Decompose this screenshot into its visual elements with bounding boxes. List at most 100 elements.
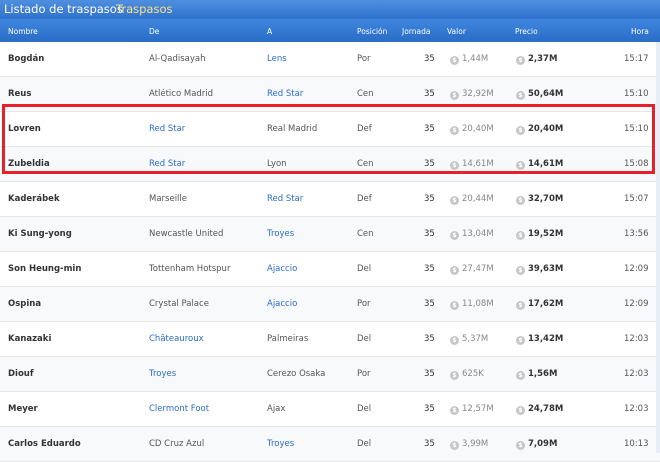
time: 12:03 bbox=[624, 369, 649, 379]
coin-icon: $ bbox=[516, 371, 525, 380]
time: 13:56 bbox=[624, 229, 649, 239]
table-header: Nombre De A Posición Jornada Valor Preci… bbox=[0, 19, 660, 42]
coin-icon: $ bbox=[450, 371, 459, 380]
jornada: 35 bbox=[424, 264, 435, 274]
table-row[interactable]: Bogdán Al-Qadisayah Lens Por 35 $1,44M $2,37M 1… bbox=[0, 42, 660, 77]
from-team: Marseille bbox=[149, 194, 188, 204]
price-text: 1,56M bbox=[528, 369, 558, 379]
value-text: 1,44M bbox=[462, 54, 489, 64]
highlight-box bbox=[2, 104, 655, 174]
tab-traspasos[interactable]: Traspasos bbox=[116, 2, 172, 16]
from-team: Tottenham Hotspur bbox=[149, 264, 231, 274]
value: $625K bbox=[450, 369, 484, 380]
player-name: Carlos Eduardo bbox=[8, 439, 81, 449]
price-text: 2,37M bbox=[528, 54, 558, 64]
price: $50,64M bbox=[516, 89, 563, 100]
column-precio[interactable]: Precio bbox=[515, 27, 538, 36]
to-team[interactable]: Red Star bbox=[267, 194, 303, 204]
price-text: 24,78M bbox=[528, 404, 564, 414]
to-team[interactable]: Ajaccio bbox=[267, 299, 297, 309]
position: Del bbox=[357, 439, 372, 449]
player-name: Bogdán bbox=[8, 54, 45, 64]
column-valor[interactable]: Valor bbox=[447, 27, 466, 36]
to-team[interactable]: Red Star bbox=[267, 89, 303, 99]
table-row[interactable]: Meyer Clermont Foot Ajax Del 35 $12,57M $24,78… bbox=[0, 392, 660, 427]
to-team[interactable]: Lens bbox=[267, 54, 287, 64]
column-de[interactable]: De bbox=[149, 27, 159, 36]
page-title: Listado de traspasos bbox=[4, 2, 123, 16]
to-team[interactable]: Ajaccio bbox=[267, 264, 297, 274]
scrollbar[interactable] bbox=[656, 42, 660, 453]
table-row[interactable]: Carlos Eduardo CD Cruz Azul Troyes Del 35 $3,… bbox=[0, 427, 660, 462]
table-row[interactable]: Ki Sung-yong Newcastle United Troyes Cen 35 $… bbox=[0, 217, 660, 252]
to-team[interactable]: Troyes bbox=[267, 229, 294, 239]
value: $5,37M bbox=[450, 334, 488, 345]
jornada: 35 bbox=[424, 194, 435, 204]
value-text: 625K bbox=[462, 369, 484, 379]
table-row[interactable]: Son Heung-min Tottenham Hotspur Ajaccio Del… bbox=[0, 252, 660, 287]
price: $24,78M bbox=[516, 404, 563, 415]
time: 12:09 bbox=[624, 264, 649, 274]
price: $39,63M bbox=[516, 264, 563, 275]
from-team: Crystal Palace bbox=[149, 299, 209, 309]
jornada: 35 bbox=[424, 439, 435, 449]
column-posicion[interactable]: Posición bbox=[357, 27, 387, 36]
coin-icon: $ bbox=[450, 266, 459, 275]
time: 12:09 bbox=[624, 299, 649, 309]
column-a[interactable]: A bbox=[267, 27, 272, 36]
column-hora[interactable]: Hora bbox=[631, 27, 649, 36]
player-name: Diouf bbox=[8, 369, 34, 379]
coin-icon: $ bbox=[450, 56, 459, 65]
from-team[interactable]: Clermont Foot bbox=[149, 404, 209, 414]
coin-icon: $ bbox=[516, 406, 525, 415]
value: $1,44M bbox=[450, 54, 488, 65]
price: $1,56M bbox=[516, 369, 557, 380]
value-text: 32,92M bbox=[462, 89, 494, 99]
from-team: CD Cruz Azul bbox=[149, 439, 205, 449]
value: $20,44M bbox=[450, 194, 494, 205]
coin-icon: $ bbox=[516, 336, 525, 345]
price: $2,37M bbox=[516, 54, 557, 65]
coin-icon: $ bbox=[450, 196, 459, 205]
price: $32,70M bbox=[516, 194, 563, 205]
time: 12:03 bbox=[624, 334, 649, 344]
coin-icon: $ bbox=[516, 91, 525, 100]
time: 10:13 bbox=[624, 439, 649, 449]
value: $12,57M bbox=[450, 404, 494, 415]
price: $19,52M bbox=[516, 229, 563, 240]
time: 12:03 bbox=[624, 404, 649, 414]
from-team: Newcastle United bbox=[149, 229, 224, 239]
jornada: 35 bbox=[424, 334, 435, 344]
jornada: 35 bbox=[424, 299, 435, 309]
jornada: 35 bbox=[424, 404, 435, 414]
to-team: Cerezo Osaka bbox=[267, 369, 326, 379]
table-row[interactable]: Ospina Crystal Palace Ajaccio Por 35 $11,08M $… bbox=[0, 287, 660, 322]
coin-icon: $ bbox=[450, 406, 459, 415]
coin-icon: $ bbox=[450, 336, 459, 345]
from-team[interactable]: Troyes bbox=[149, 369, 176, 379]
price: $13,42M bbox=[516, 334, 563, 345]
column-jornada[interactable]: Jornada bbox=[402, 27, 430, 36]
value-text: 5,37M bbox=[462, 334, 489, 344]
position: Del bbox=[357, 264, 372, 274]
table-row[interactable]: Kanazaki Châteauroux Palmeiras Del 35 $5,37M $… bbox=[0, 322, 660, 357]
coin-icon: $ bbox=[516, 266, 525, 275]
column-nombre[interactable]: Nombre bbox=[8, 27, 38, 36]
to-team[interactable]: Troyes bbox=[267, 439, 294, 449]
coin-icon: $ bbox=[516, 301, 525, 310]
position: Del bbox=[357, 404, 372, 414]
value-text: 12,57M bbox=[462, 404, 494, 414]
value-text: 13,04M bbox=[462, 229, 494, 239]
time: 15:07 bbox=[624, 194, 649, 204]
position: Del bbox=[357, 334, 372, 344]
table-row[interactable]: Kaderábek Marseille Red Star Def 35 $20,44M $3… bbox=[0, 182, 660, 217]
table-row[interactable]: Diouf Troyes Cerezo Osaka Por 35 $625K $1,56M 1… bbox=[0, 357, 660, 392]
from-team[interactable]: Châteauroux bbox=[149, 334, 204, 344]
coin-icon: $ bbox=[450, 301, 459, 310]
value-text: 20,44M bbox=[462, 194, 494, 204]
time: 15:10 bbox=[624, 89, 649, 99]
coin-icon: $ bbox=[516, 196, 525, 205]
player-name: Reus bbox=[8, 89, 32, 99]
to-team: Ajax bbox=[267, 404, 286, 414]
value: $32,92M bbox=[450, 89, 494, 100]
